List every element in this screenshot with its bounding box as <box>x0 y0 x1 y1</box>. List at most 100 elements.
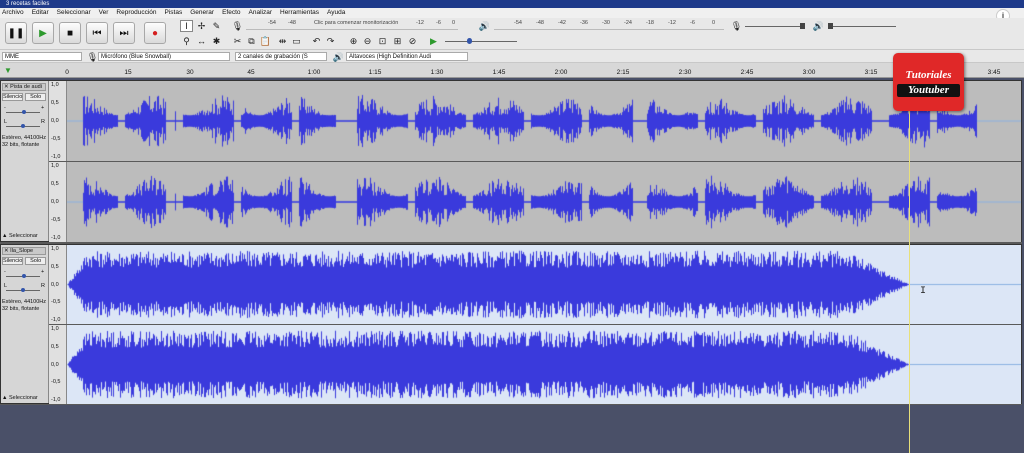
copy-icon[interactable]: ⧉ <box>245 35 258 47</box>
pause-button[interactable]: ❚❚ <box>5 22 27 44</box>
ruler-tick-label: 1:15 <box>368 69 382 76</box>
select-track-button[interactable]: ▲ Seleccionar <box>2 395 38 401</box>
timeline-play-head-icon[interactable]: ▼ <box>4 66 12 75</box>
menu-item[interactable]: Archivo <box>2 8 24 18</box>
playback-meter-tick: -24 <box>624 20 632 26</box>
multi-tool-icon[interactable]: ✱ <box>210 35 223 47</box>
ruler-tick-label: 2:15 <box>616 69 630 76</box>
menu-item[interactable]: Analizar <box>249 8 272 18</box>
ibeam-cursor-icon: I <box>920 286 927 297</box>
fit-selection-icon[interactable]: ⊡ <box>376 35 389 47</box>
scale-label: -1,0 <box>51 397 61 403</box>
menu-item[interactable]: Pistas <box>165 8 183 18</box>
cut-icon[interactable]: ✂ <box>231 35 244 47</box>
track-control-panel: ✕ Ila_Slope Silencio Solo - + L R Estéreo… <box>1 245 49 403</box>
pan-slider[interactable] <box>6 124 40 128</box>
playback-meter-tick: -30 <box>602 20 610 26</box>
waveform <box>67 245 1021 324</box>
ruler-tick-label: 2:00 <box>554 69 568 76</box>
microphone-icon[interactable]: 🎙 <box>231 20 244 32</box>
speaker-volume-icon: 🔊 <box>812 20 825 31</box>
playback-meter[interactable]: -54 -48 -42 -36 -30 -24 -18 -12 -6 0 <box>494 20 724 30</box>
speaker-icon[interactable]: 🔊 <box>478 20 491 32</box>
track-area: ✕ Pista de audi Silencio Solo - + L R Est… <box>0 80 1022 405</box>
timeshift-tool-icon[interactable]: ↔ <box>195 35 208 47</box>
skip-start-button[interactable]: ⏮ <box>86 22 108 44</box>
window-titlebar: 3 recetas faciles <box>0 0 1024 8</box>
silence-icon[interactable]: ▭ <box>290 35 303 47</box>
fit-project-icon[interactable]: ⊞ <box>391 35 404 47</box>
recording-channels-select[interactable]: 2 canales de grabación (S <box>235 52 327 61</box>
menu-bar: Archivo Editar Seleccionar Ver Reproducción P… <box>0 8 1024 18</box>
scale-label: -0,5 <box>51 299 61 306</box>
skip-end-button[interactable]: ⏭ <box>113 22 135 44</box>
window-title: 3 recetas faciles <box>6 1 50 7</box>
watermark-line1: Tutoriales <box>905 69 952 81</box>
playback-meter-tick: 0 <box>712 20 716 26</box>
record-meter-tick: -6 <box>436 20 441 26</box>
collapse-icon[interactable]: ▲ <box>2 395 9 401</box>
menu-item[interactable]: Efecto <box>222 8 240 18</box>
paste-icon[interactable]: 📋 <box>259 35 272 47</box>
collapse-icon[interactable]: ▲ <box>2 233 9 239</box>
solo-button[interactable]: Solo <box>25 257 46 265</box>
zoom-tool-icon[interactable]: ⚲ <box>180 35 193 47</box>
gain-slider[interactable] <box>6 274 40 278</box>
track-name-menu[interactable]: ✕ Pista de audi <box>2 83 46 91</box>
audio-track[interactable]: ✕ Ila_Slope Silencio Solo - + L R Estéreo… <box>0 244 1022 404</box>
ruler-tick-label: 15 <box>124 69 132 76</box>
audio-track[interactable]: ✕ Pista de audi Silencio Solo - + L R Est… <box>0 80 1022 242</box>
audio-host-select[interactable]: MME <box>2 52 82 61</box>
scale-label: -1,0 <box>51 317 61 323</box>
menu-item[interactable]: Editar <box>32 8 49 18</box>
ruler-tick-label: 2:30 <box>678 69 692 76</box>
menu-item[interactable]: Herramientas <box>280 8 319 18</box>
selection-tool-icon[interactable]: I <box>180 20 193 32</box>
scale-label: 0,0 <box>51 281 59 288</box>
waveform-channel[interactable] <box>67 325 1021 404</box>
play-speed-slider[interactable] <box>445 38 517 44</box>
play-cursor <box>909 80 910 453</box>
record-meter[interactable]: -54 -48 Clic para comenzar monitorizació… <box>246 20 458 30</box>
envelope-tool-icon[interactable]: ✢ <box>195 20 208 32</box>
menu-item[interactable]: Seleccionar <box>57 8 91 18</box>
timeline-ruler[interactable]: ▼ 0 15 30 45 1:00 1:15 1:30 1:45 2:00 2:15 2:30 2:4… <box>0 63 1024 78</box>
playback-volume-slider[interactable] <box>828 23 896 29</box>
waveform-channel[interactable] <box>67 81 1021 161</box>
stop-button[interactable]: ■ <box>59 22 81 44</box>
record-button[interactable]: ● <box>144 22 166 44</box>
recording-volume-slider[interactable] <box>745 23 805 29</box>
playback-device-select[interactable]: Altavoces (High Definition Audi <box>346 52 468 61</box>
zoom-in-icon[interactable]: ⊕ <box>347 35 360 47</box>
play-at-speed-icon[interactable]: ▶ <box>427 35 440 47</box>
zoom-out-icon[interactable]: ⊖ <box>361 35 374 47</box>
trim-icon[interactable]: ⇹ <box>276 35 289 47</box>
pan-slider[interactable] <box>6 288 40 292</box>
scale-label: -0,5 <box>51 379 61 386</box>
gain-minus-label: - <box>4 105 6 111</box>
record-meter-hint[interactable]: Clic para comenzar monitorización <box>314 20 398 26</box>
amplitude-scale: 1,0 0,5 0,0 -0,5 -1,0 <box>49 245 67 324</box>
waveform-channel[interactable] <box>67 245 1021 324</box>
recording-device-select[interactable]: Micrófono (Blue Snowball) <box>98 52 230 61</box>
mute-button[interactable]: Silencio <box>2 257 24 265</box>
select-track-button[interactable]: ▲ Seleccionar <box>2 233 38 239</box>
play-button[interactable]: ▶ <box>32 22 54 44</box>
pan-right-label: R <box>41 119 45 125</box>
menu-item[interactable]: Reproducción <box>116 8 156 18</box>
amplitude-scale: 1,0 0,5 0,0 -0,5 -1,0 <box>49 81 67 161</box>
track-name-menu[interactable]: ✕ Ila_Slope <box>2 247 46 255</box>
track-name[interactable]: Ila_Slope <box>10 248 33 254</box>
mute-button[interactable]: Silencio <box>2 93 24 101</box>
zoom-toggle-icon[interactable]: ⊘ <box>406 35 419 47</box>
menu-item[interactable]: Ayuda <box>327 8 345 18</box>
track-name[interactable]: Pista de audi <box>10 84 42 90</box>
draw-tool-icon[interactable]: ✎ <box>210 20 223 32</box>
gain-slider[interactable] <box>6 110 40 114</box>
menu-item[interactable]: Generar <box>190 8 214 18</box>
solo-button[interactable]: Solo <box>25 93 46 101</box>
redo-icon[interactable]: ↷ <box>324 35 337 47</box>
menu-item[interactable]: Ver <box>99 8 109 18</box>
waveform-channel[interactable] <box>67 162 1021 242</box>
undo-icon[interactable]: ↶ <box>310 35 323 47</box>
